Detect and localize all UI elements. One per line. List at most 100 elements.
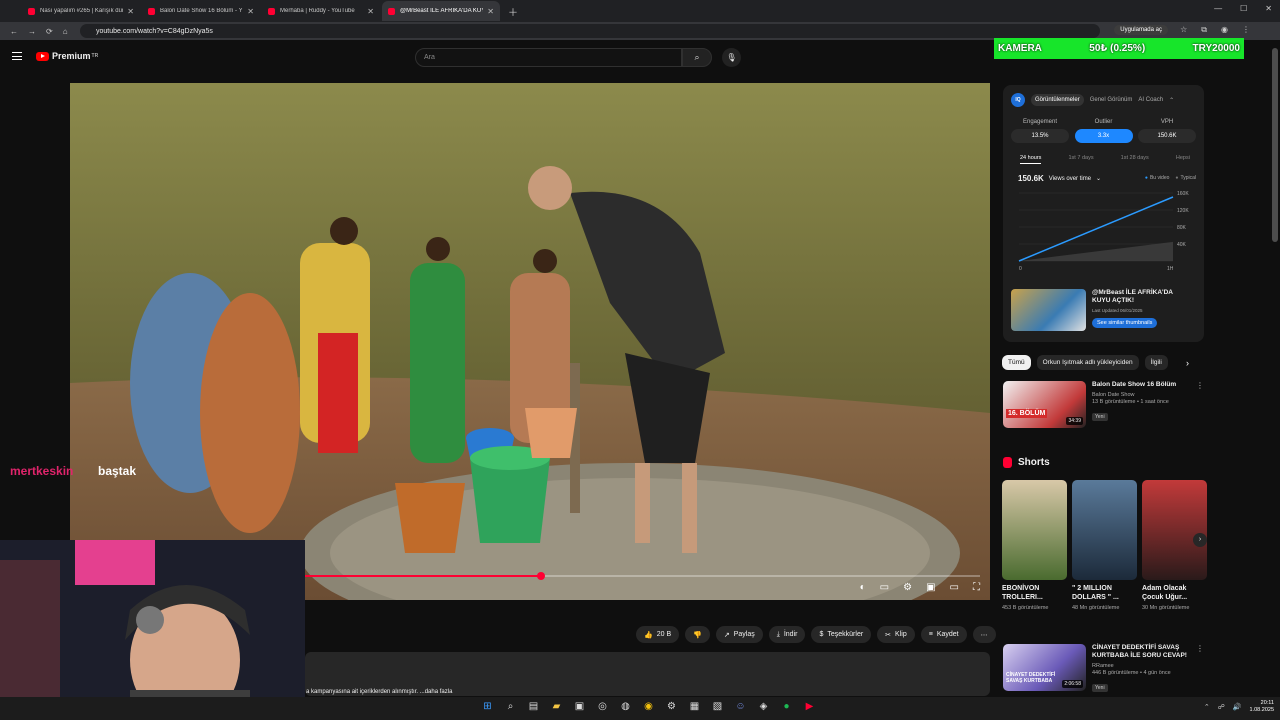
network-icon[interactable]: ☍	[1218, 703, 1225, 711]
spotify-icon[interactable]: ●	[779, 701, 794, 712]
thanks-button[interactable]: $ Teşekkürler	[811, 626, 872, 643]
close-tab-icon[interactable]: ✕	[127, 7, 134, 16]
close-tab-icon[interactable]: ✕	[487, 7, 494, 16]
subtitles-icon[interactable]: ▭	[880, 582, 889, 593]
short-thumbnail[interactable]	[1002, 480, 1067, 580]
volume-icon[interactable]: 🔊	[1233, 703, 1242, 711]
voice-search-button[interactable]: 🎙	[722, 48, 741, 67]
share-button[interactable]: ↗ Paylaş	[715, 626, 763, 643]
period-7d[interactable]: 1st 7 days	[1069, 155, 1094, 164]
short-thumbnail[interactable]	[1142, 480, 1207, 580]
steam-icon[interactable]: ⚙	[664, 701, 679, 712]
profile-icon[interactable]: ◉	[1221, 25, 1228, 35]
browser-tab[interactable]: Nası yapalım #265 | Karışık dün ✕	[22, 1, 140, 21]
close-tab-icon[interactable]: ✕	[367, 7, 374, 16]
shorts-next-icon[interactable]: ›	[1193, 533, 1207, 547]
period-all[interactable]: Hepsi	[1176, 155, 1190, 164]
short-item[interactable]: EBONİVON TROLLERI... 453 B görüntüleme	[1002, 480, 1067, 612]
views-dropdown[interactable]: Views over time	[1049, 176, 1091, 182]
clock[interactable]: 20:11 1.08.2025	[1250, 700, 1274, 714]
similar-thumbnails-button[interactable]: See similar thumbnails	[1092, 318, 1158, 328]
more-vert-icon[interactable]: ⋮	[1196, 381, 1204, 390]
period-28d[interactable]: 1st 28 days	[1121, 155, 1149, 164]
windows-start-icon[interactable]: ⊞	[480, 701, 495, 712]
search-button[interactable]: ⌕	[682, 48, 712, 67]
home-icon[interactable]: ⌂	[63, 27, 68, 36]
chip-all[interactable]: Tümü	[1002, 355, 1031, 370]
analytics-video-thumbnail[interactable]	[1011, 289, 1086, 331]
menu-dots-icon[interactable]: ⋮	[1242, 25, 1250, 35]
more-vert-icon[interactable]: ⋮	[1196, 644, 1204, 653]
thumbnail-text: CİNAYET DEDEKTİFİ SAVAŞ KURTBABA	[1006, 672, 1056, 684]
back-icon[interactable]: ←	[10, 27, 18, 36]
clip-button[interactable]: ✂ Klip	[877, 626, 915, 643]
analytics-logo: IQ	[1011, 93, 1025, 107]
bookmark-star-icon[interactable]: ☆	[1180, 25, 1187, 35]
browser-icon[interactable]: ◈	[756, 701, 771, 712]
autoplay-toggle-icon[interactable]: ◐	[860, 582, 866, 593]
page-scrollbar[interactable]	[1272, 48, 1278, 242]
video-thumbnail[interactable]: 16. BÖLÜM 34:39	[1003, 381, 1086, 428]
chevron-right-icon[interactable]: ›	[1186, 358, 1189, 368]
open-in-app-button[interactable]: Uygulamada aç	[1114, 25, 1168, 35]
more-actions-button[interactable]: ⋯	[972, 626, 996, 643]
forward-icon[interactable]: →	[28, 27, 36, 36]
chip-related[interactable]: İlgili	[1144, 355, 1168, 370]
youtube-logo[interactable]: Premium TR	[36, 51, 98, 61]
reload-icon[interactable]: ⟳	[46, 27, 53, 36]
app-icon[interactable]: ◍	[618, 701, 633, 712]
discord-icon[interactable]: ☺	[733, 701, 748, 712]
short-item[interactable]: " 2 MILLION DOLLARS " ... 48 Mn görüntül…	[1072, 480, 1137, 612]
url-field[interactable]: youtube.com/watch?v=C84gDzNya5s	[80, 24, 1100, 38]
file-explorer-icon[interactable]: ▰	[549, 701, 564, 712]
video-player[interactable]	[70, 83, 990, 600]
browser-tab[interactable]: Merhaba | Ruddy - YouTube ✕	[262, 1, 380, 21]
save-button[interactable]: ≡ Kaydet	[920, 626, 967, 643]
short-thumbnail[interactable]	[1072, 480, 1137, 580]
youtube-app-icon[interactable]: ▶	[802, 701, 817, 712]
video-meta: CİNAYET DEDEKTİFİ SAVAŞ KURTBABA İLE SOR…	[1092, 644, 1204, 694]
video-thumbnail[interactable]: CİNAYET DEDEKTİFİ SAVAŞ KURTBABA 2:06:58	[1003, 644, 1086, 691]
dislike-button[interactable]: 👎	[685, 626, 710, 643]
description-snippet[interactable]: a kampanyasına ait içeriklerden alınmışt…	[306, 689, 452, 695]
collapse-chevron-icon[interactable]: ⌃	[1169, 97, 1174, 104]
thumbs-down-icon: 👎	[693, 631, 702, 639]
taskbar-apps: ⊞ ⌕ ▤ ▰ ▣ ◎ ◍ ◉ ⚙ ▦ ▧ ☺ ◈ ● ▶	[480, 701, 817, 712]
tab-views[interactable]: Görüntülenmeler	[1031, 94, 1084, 106]
chip-uploader[interactable]: Orkun Işıtmak adlı yükleyiciden	[1036, 355, 1139, 370]
share-icon: ↗	[723, 631, 730, 639]
video-progress-bar[interactable]	[305, 572, 980, 580]
search-input[interactable]: Ara	[415, 48, 682, 67]
app-icon[interactable]: ▧	[710, 701, 725, 712]
period-24h[interactable]: 24 hours	[1020, 155, 1042, 164]
task-view-icon[interactable]: ▤	[526, 701, 541, 712]
epic-games-icon[interactable]: ▦	[687, 701, 702, 712]
extensions-icon[interactable]: ⧉	[1201, 25, 1207, 35]
like-button[interactable]: 👍 20 B	[636, 626, 680, 643]
taskbar-search-icon[interactable]: ⌕	[503, 701, 518, 712]
browser-tab-active[interactable]: @MrBeast İLE AFRİKA'DA KUYU ✕	[382, 1, 500, 21]
tab-overview[interactable]: Genel Görünüm	[1090, 97, 1133, 103]
list-item[interactable]: 16. BÖLÜM 34:39 Balon Date Show 16 Bölüm…	[1003, 381, 1204, 428]
store-icon[interactable]: ▣	[572, 701, 587, 712]
maximize-icon[interactable]: ☐	[1240, 4, 1247, 13]
metric-engagement: Engagement 13.5%	[1011, 119, 1069, 143]
hamburger-menu-icon[interactable]	[12, 52, 22, 60]
tray-chevron-icon[interactable]: ⌃	[1204, 703, 1210, 711]
tab-ai-coach[interactable]: AI Coach	[1138, 97, 1163, 103]
chrome-icon[interactable]: ◉	[641, 701, 656, 712]
thumbs-up-icon: 👍	[644, 631, 653, 639]
new-tab-icon[interactable]: ＋	[508, 4, 518, 19]
close-window-icon[interactable]: ✕	[1265, 4, 1272, 13]
browser-tab[interactable]: Balon Date Show 16 Bölüm - Y ✕	[142, 1, 260, 21]
obs-icon[interactable]: ◎	[595, 701, 610, 712]
fullscreen-icon[interactable]: ⛶	[973, 582, 980, 593]
minimize-icon[interactable]: —	[1214, 4, 1222, 13]
list-item[interactable]: CİNAYET DEDEKTİFİ SAVAŞ KURTBABA 2:06:58…	[1003, 644, 1204, 694]
analytics-video-card: @MrBeast İLE AFRİKA'DA KUYU AÇTIK! Last …	[1011, 289, 1192, 331]
download-button[interactable]: ⤓ İndir	[768, 626, 806, 643]
theater-mode-icon[interactable]: ▭	[950, 582, 959, 593]
miniplayer-icon[interactable]: ▣	[926, 582, 935, 593]
close-tab-icon[interactable]: ✕	[247, 7, 254, 16]
settings-gear-icon[interactable]: ⚙	[903, 582, 912, 593]
